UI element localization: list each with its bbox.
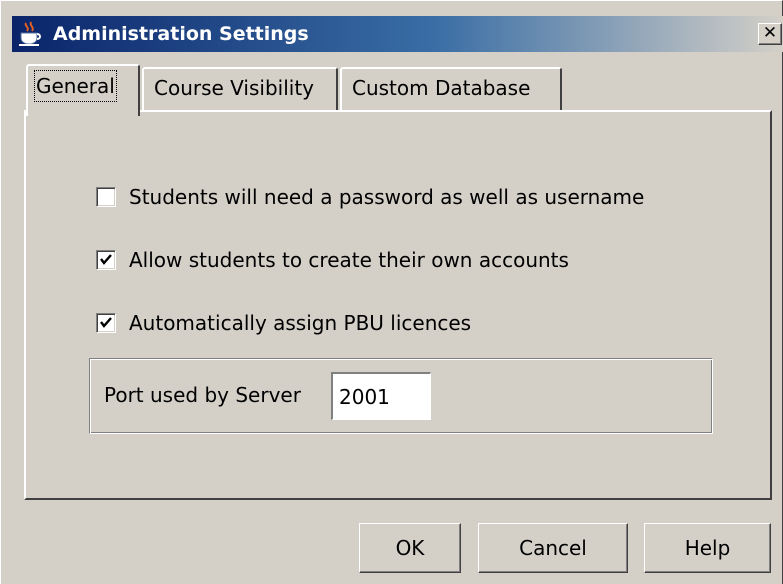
tab-custom-database[interactable]: Custom Database — [340, 67, 562, 110]
port-label: Port used by Server — [104, 383, 301, 407]
port-group: Port used by Server — [89, 358, 713, 434]
port-input[interactable] — [331, 372, 431, 420]
tab-custom-database-label: Custom Database — [352, 76, 531, 100]
cancel-button[interactable]: Cancel — [478, 523, 628, 573]
allow-create-accounts-label: Allow students to create their own accou… — [129, 248, 569, 272]
tab-course-visibility-label: Course Visibility — [154, 76, 314, 100]
help-button[interactable]: Help — [644, 523, 771, 573]
tab-general[interactable]: General — [26, 64, 140, 116]
tab-general-label: General — [34, 70, 117, 102]
allow-create-accounts-option[interactable]: Allow students to create their own accou… — [96, 245, 569, 275]
checkmark-icon — [100, 317, 112, 328]
ok-button[interactable]: OK — [359, 523, 461, 573]
general-tab-panel: Students will need a password as well as… — [24, 110, 772, 500]
dialog-window: Administration Settings ✕ General Course… — [0, 0, 783, 584]
auto-assign-licences-option[interactable]: Automatically assign PBU licences — [96, 308, 471, 338]
close-icon: ✕ — [762, 23, 778, 43]
window-title: Administration Settings — [53, 23, 309, 45]
password-required-label: Students will need a password as well as… — [129, 185, 645, 209]
tab-course-visibility[interactable]: Course Visibility — [142, 67, 338, 110]
close-button[interactable]: ✕ — [758, 23, 782, 45]
title-bar[interactable]: Administration Settings ✕ — [12, 16, 783, 52]
auto-assign-licences-label: Automatically assign PBU licences — [129, 311, 472, 335]
password-required-option[interactable]: Students will need a password as well as… — [96, 182, 644, 212]
auto-assign-licences-checkbox[interactable] — [96, 313, 116, 333]
java-cup-icon — [17, 21, 43, 47]
password-required-checkbox[interactable] — [96, 187, 116, 207]
allow-create-accounts-checkbox[interactable] — [96, 250, 116, 270]
checkmark-icon — [100, 254, 112, 265]
